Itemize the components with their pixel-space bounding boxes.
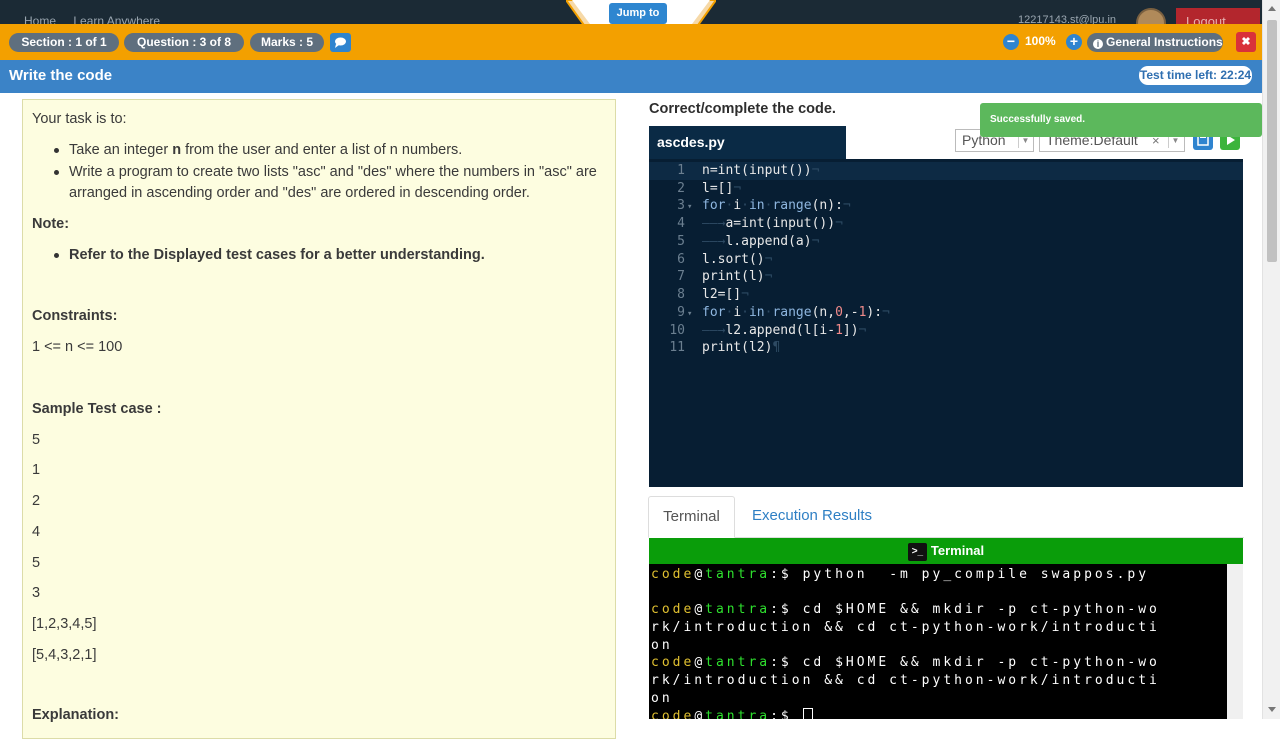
close-icon: ✖ — [1241, 36, 1251, 48]
code-line: for·i·in·range(n,0,-1):¬ — [702, 305, 890, 320]
code-line: print(l2)¶ — [702, 340, 781, 355]
terminal-line: on — [651, 638, 673, 653]
page-title: Write the code — [9, 67, 113, 84]
scroll-thumb[interactable] — [1267, 20, 1277, 262]
sample-line: 5 — [32, 555, 41, 571]
code-line: ——→a=int(input())¬ — [702, 216, 843, 231]
question-badge[interactable]: Question : 3 of 8 — [124, 33, 244, 52]
jump-to-button[interactable]: Jump to — [609, 3, 667, 24]
line-number: 4 — [677, 216, 685, 231]
line-number: 9 — [677, 305, 685, 320]
info-icon: i — [1093, 39, 1103, 49]
time-left-badge: Test time left: 22:24 — [1139, 66, 1252, 85]
terminal-line: code@tantra:$ cd $HOME && mkdir -p ct-py… — [651, 602, 1160, 617]
line-number: 6 — [677, 252, 685, 267]
code-line: l2=[]¬ — [702, 287, 749, 302]
line-number: 3 — [677, 198, 685, 213]
scroll-down-icon[interactable] — [1268, 707, 1276, 712]
tab-execution-results[interactable]: Execution Results — [752, 496, 872, 538]
sample-line: 4 — [32, 524, 41, 540]
page-scrollbar[interactable] — [1262, 0, 1280, 719]
terminal[interactable]: code@tantra:$ python -m py_compile swapp… — [649, 564, 1243, 719]
close-button[interactable]: ✖ — [1236, 32, 1256, 52]
line-number: 2 — [677, 181, 685, 196]
note-list: Refer to the Displayed test cases for a … — [51, 245, 606, 267]
section-badge: Section : 1 of 1 — [9, 33, 119, 52]
sample-line: 3 — [32, 585, 41, 601]
line-number: 5 — [677, 234, 685, 249]
terminal-line: code@tantra:$ — [651, 708, 813, 719]
general-instructions-button[interactable]: i General Instructions — [1087, 33, 1223, 52]
sample-line: 5 — [32, 432, 41, 448]
code-line: l.sort()¬ — [702, 252, 773, 267]
zoom-out-button[interactable]: − — [1003, 34, 1019, 50]
file-tab[interactable]: ascdes.py — [649, 126, 846, 161]
line-number: 1 — [677, 163, 685, 178]
code-line: ——→l2.append(l[i-1])¬ — [702, 323, 867, 338]
general-instructions-label: General Instructions — [1106, 35, 1223, 49]
terminal-line: rk/introduction && cd ct-python-work/int… — [651, 673, 1160, 688]
task-intro: Your task is to: — [32, 111, 127, 127]
line-number: 10 — [669, 323, 685, 338]
fold-marker[interactable]: ▾ — [687, 309, 692, 319]
task-variable: n — [172, 142, 182, 158]
terminal-title: Terminal — [930, 543, 985, 558]
task-text: Take an integer — [69, 142, 173, 158]
zoom-level: 100% — [1025, 34, 1056, 48]
result-tabs: Terminal Execution Results — [648, 496, 1244, 538]
line-number: 11 — [669, 340, 685, 355]
constraints-text: 1 <= n <= 100 — [32, 339, 123, 355]
explanation-label: Explanation: — [32, 707, 120, 723]
terminal-scrollbar[interactable] — [1227, 564, 1243, 719]
note-label: Note: — [32, 216, 70, 232]
code-line: l=[]¬ — [702, 181, 742, 196]
terminal-line: code@tantra:$ cd $HOME && mkdir -p ct-py… — [651, 655, 1160, 670]
terminal-header: >_ Terminal — [649, 538, 1243, 564]
terminal-line: code@tantra:$ python -m py_compile swapp… — [651, 567, 1150, 582]
task-text: from the user and enter a list of n numb… — [181, 142, 463, 158]
task-item: Take an integer n from the user and ente… — [51, 140, 606, 162]
sample-line: 2 — [32, 493, 41, 509]
code-editor[interactable]: 1 2 3 4 5 6 7 8 9 10 11 ▾ ▾ n=int(input(… — [649, 159, 1243, 487]
sample-label: Sample Test case : — [32, 401, 162, 417]
scroll-up-icon[interactable] — [1268, 6, 1276, 11]
code-line: print(l)¬ — [702, 269, 773, 284]
question-panel: Your task is to: Take an integer n from … — [22, 99, 616, 739]
chat-button[interactable] — [330, 33, 351, 52]
toast-message: Successfully saved. — [980, 103, 1262, 137]
task-list: Take an integer n from the user and ente… — [51, 140, 606, 205]
tab-terminal[interactable]: Terminal — [648, 496, 735, 538]
terminal-icon: >_ — [907, 543, 927, 561]
chat-icon — [335, 37, 346, 48]
terminal-line: on — [651, 691, 673, 706]
fold-marker[interactable]: ▾ — [687, 202, 692, 212]
terminal-cursor — [802, 708, 813, 719]
title-bar — [0, 60, 1262, 93]
sample-line: [1,2,3,4,5] — [32, 616, 97, 632]
zoom-in-button[interactable]: + — [1066, 34, 1082, 50]
terminal-line: rk/introduction && cd ct-python-work/int… — [651, 620, 1160, 635]
sample-line: 1 — [32, 462, 41, 478]
line-number: 7 — [677, 269, 685, 284]
code-line: ——→l.append(a)¬ — [702, 234, 820, 249]
code-line: for·i·in·range(n):¬ — [702, 198, 851, 213]
plus-circle-icon: + — [1069, 33, 1079, 49]
line-number: 8 — [677, 287, 685, 302]
minus-circle-icon: − — [1006, 33, 1016, 49]
editor-heading: Correct/complete the code. — [649, 101, 836, 117]
constraints-label: Constraints: — [32, 308, 118, 324]
marks-badge: Marks : 5 — [250, 33, 324, 52]
task-item: Write a program to create two lists "asc… — [51, 162, 606, 205]
code-line: n=int(input())¬ — [702, 163, 820, 178]
note-item: Refer to the Displayed test cases for a … — [51, 245, 606, 267]
sample-line: [5,4,3,2,1] — [32, 647, 97, 663]
